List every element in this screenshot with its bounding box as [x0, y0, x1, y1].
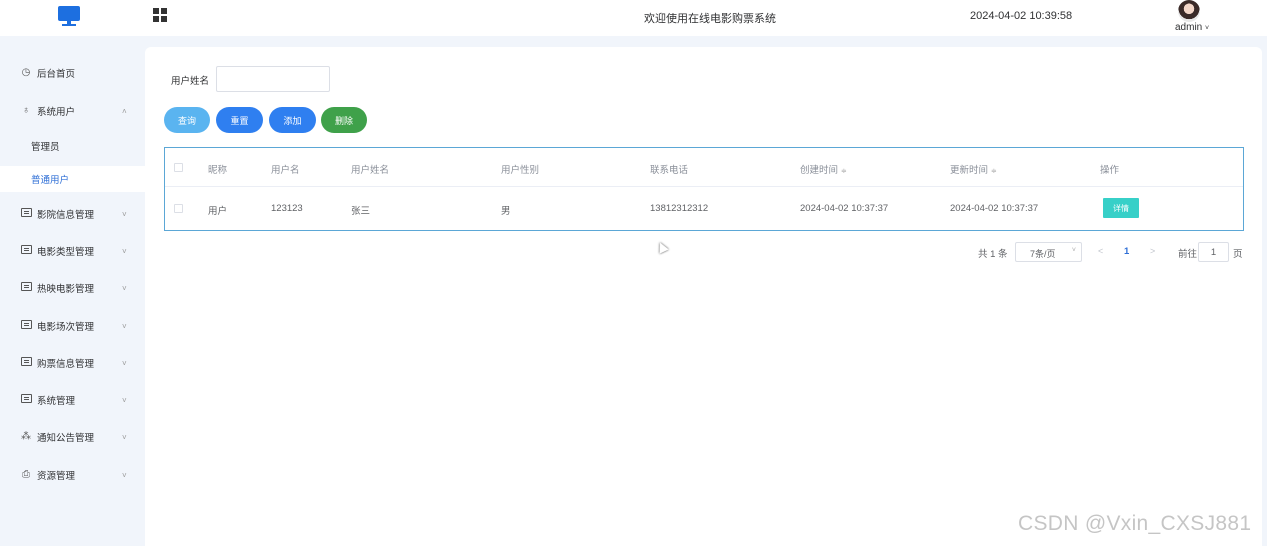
user-menu[interactable]: admin ˅	[1175, 22, 1209, 33]
prev-page-button[interactable]: <	[1098, 246, 1103, 256]
column-header-nickname: 昵称	[208, 165, 228, 176]
sidebar-item-movie-types[interactable]: 电影类型管理 ˅	[0, 236, 145, 266]
sidebar-item-movie-sessions[interactable]: 电影场次管理 ˅	[0, 311, 145, 341]
box-icon	[20, 320, 32, 332]
clock-icon: ◷	[21, 67, 31, 78]
sidebar-subitem-label: 普通用户	[31, 175, 70, 186]
sidebar-item-resources[interactable]: ⎙ 资源管理 ˅	[0, 460, 145, 490]
chevron-down-icon: ˅	[122, 283, 127, 293]
user-icon: ♁	[22, 105, 30, 116]
grid-menu-toggle-icon[interactable]	[153, 8, 168, 23]
column-header-phone: 联系电话	[650, 165, 689, 176]
loading-icon: ⁂	[21, 431, 31, 442]
sidebar: ◷ 后台首页 ♁ 系统用户 ˄ 管理员 普通用户 影院信息管理 ˅ 电影类型管理…	[0, 36, 145, 546]
next-page-button[interactable]: >	[1150, 246, 1155, 256]
main-content: 用户姓名 查询 重置 添加 删除 昵称 用户名 用户姓名 用户性别 联系电话 创…	[145, 47, 1262, 546]
cell-realname: 张三	[351, 206, 371, 217]
sort-icon: ≑	[841, 168, 847, 175]
box-icon	[20, 245, 32, 257]
sidebar-subitem-admins[interactable]: 管理员	[0, 133, 145, 159]
row-checkbox[interactable]	[174, 204, 183, 213]
search-label: 用户姓名	[171, 76, 210, 87]
chevron-down-icon: ˅	[1071, 247, 1076, 254]
add-button[interactable]: 添加	[269, 107, 316, 133]
cell-nickname: 用户	[208, 206, 228, 217]
sidebar-item-label: 通知公告管理	[37, 433, 95, 444]
column-header-gender: 用户性别	[501, 165, 540, 176]
cell-gender: 男	[501, 206, 511, 217]
chevron-down-icon: ˅	[122, 209, 127, 219]
column-header-label: 创建时间	[800, 165, 839, 176]
delete-button[interactable]: 删除	[321, 107, 367, 133]
printer-icon: ⎙	[22, 469, 30, 480]
sidebar-item-label: 热映电影管理	[37, 284, 95, 295]
reset-button[interactable]: 重置	[216, 107, 263, 133]
column-header-username: 用户名	[271, 165, 300, 176]
table-header: 昵称 用户名 用户姓名 用户性别 联系电话 创建时间 ≑ 更新时间 ≑ 操作	[165, 148, 1243, 187]
column-header-label: 更新时间	[950, 165, 989, 176]
chevron-down-icon: ˅	[122, 246, 127, 256]
table-row: 用户 123123 张三 男 13812312312 2024-04-02 10…	[165, 187, 1243, 230]
user-avatar[interactable]	[1178, 0, 1200, 22]
sidebar-item-system-users[interactable]: ♁ 系统用户 ˄	[0, 96, 145, 126]
chevron-down-icon: ˅	[122, 395, 127, 405]
page-size-value: 7条/页	[1030, 249, 1056, 259]
box-icon	[20, 357, 32, 369]
sidebar-item-dashboard[interactable]: ◷ 后台首页	[0, 58, 145, 88]
sidebar-item-label: 后台首页	[37, 69, 76, 80]
query-button[interactable]: 查询	[164, 107, 210, 133]
box-icon	[20, 282, 32, 294]
cell-updated: 2024-04-02 10:37:37	[950, 203, 1039, 214]
sidebar-item-label: 系统管理	[37, 396, 76, 407]
sidebar-item-notices[interactable]: ⁂ 通知公告管理 ˅	[0, 422, 145, 452]
sort-icon: ≑	[991, 168, 997, 175]
system-title: 欢迎使用在线电影购票系统	[644, 13, 776, 25]
chevron-down-icon: ˅	[122, 358, 127, 368]
column-header-action: 操作	[1100, 165, 1120, 176]
chevron-down-icon: ˅	[122, 432, 127, 442]
goto-page-input[interactable]	[1198, 242, 1229, 262]
current-datetime: 2024-04-02 10:39:58	[970, 10, 1073, 22]
sidebar-item-label: 购票信息管理	[37, 359, 95, 370]
chevron-down-icon: ˅	[1205, 25, 1210, 32]
sidebar-item-ticket-info[interactable]: 购票信息管理 ˅	[0, 348, 145, 378]
monitor-logo-icon	[58, 6, 80, 26]
sidebar-item-label: 资源管理	[37, 471, 76, 482]
sidebar-item-label: 影院信息管理	[37, 210, 95, 221]
top-bar: 欢迎使用在线电影购票系统 2024-04-02 10:39:58 admin ˅	[0, 0, 1267, 36]
column-header-realname: 用户姓名	[351, 165, 390, 176]
cell-phone: 13812312312	[650, 203, 709, 214]
box-icon	[20, 208, 32, 220]
detail-button[interactable]: 详情	[1103, 198, 1139, 218]
users-table: 昵称 用户名 用户姓名 用户性别 联系电话 创建时间 ≑ 更新时间 ≑ 操作 用户 …	[164, 147, 1244, 231]
goto-label: 前往	[1178, 249, 1198, 260]
chevron-down-icon: ˅	[122, 321, 127, 331]
watermark-text: CSDN @Vxin_CXSJ881	[1018, 512, 1252, 535]
pagination-total: 共 1 条	[978, 249, 1008, 260]
username-label: admin	[1175, 22, 1203, 33]
sidebar-subitem-label: 管理员	[31, 142, 60, 153]
chevron-up-icon: ˄	[122, 106, 127, 116]
sidebar-item-label: 电影类型管理	[37, 247, 95, 258]
sidebar-item-label: 系统用户	[37, 107, 76, 118]
sidebar-item-label: 电影场次管理	[37, 322, 95, 333]
cell-username: 123123	[271, 203, 303, 214]
sidebar-item-cinema-info[interactable]: 影院信息管理 ˅	[0, 199, 145, 229]
realname-search-input[interactable]	[216, 66, 330, 92]
column-header-updated[interactable]: 更新时间 ≑	[950, 162, 997, 176]
cell-created: 2024-04-02 10:37:37	[800, 203, 889, 214]
page-number-1[interactable]: 1	[1124, 246, 1129, 257]
chevron-down-icon: ˅	[122, 470, 127, 480]
column-header-created[interactable]: 创建时间 ≑	[800, 162, 847, 176]
page-suffix-label: 页	[1233, 249, 1243, 260]
sidebar-subitem-normal-users[interactable]: 普通用户	[0, 166, 145, 192]
select-all-checkbox[interactable]	[174, 163, 183, 172]
page-size-select[interactable]: 7条/页 ˅	[1015, 242, 1082, 262]
sidebar-item-hot-movies[interactable]: 热映电影管理 ˅	[0, 273, 145, 303]
sidebar-item-system-management[interactable]: 系统管理 ˅	[0, 385, 145, 415]
folder-icon	[20, 394, 32, 406]
